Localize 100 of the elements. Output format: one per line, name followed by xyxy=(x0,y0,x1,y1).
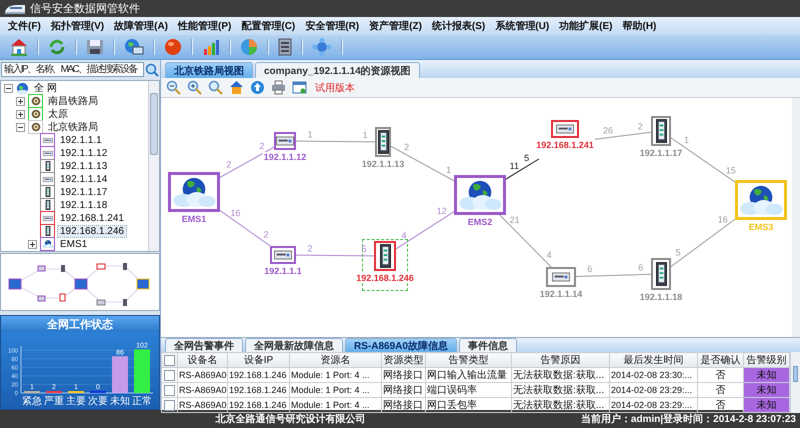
table-cell: 网络接口 xyxy=(382,382,426,398)
tree-item[interactable]: 192.1.1.12 xyxy=(58,148,110,159)
port-label: 2 xyxy=(404,142,410,152)
node-label: 192.1.1.13 xyxy=(360,159,406,169)
tree-item[interactable]: 192.168.1.246 xyxy=(58,226,126,237)
node-label: 192.1.1.1 xyxy=(263,266,303,276)
column-header[interactable]: 设备IP xyxy=(228,352,290,368)
menu-item[interactable]: 安全管理(R) xyxy=(305,19,360,33)
tree-item[interactable]: 192.168.1.241 xyxy=(58,212,126,224)
table-cell: RS-A869A0 xyxy=(178,368,228,382)
menu-item[interactable]: 功能扩展(E) xyxy=(559,19,612,33)
port-label: 16 xyxy=(718,214,728,225)
tree-item[interactable]: 192.1.1.14 xyxy=(58,174,110,185)
port-label: 2 xyxy=(308,243,313,254)
bottom-tab[interactable]: RS-A869A0故障信息 xyxy=(345,338,457,352)
table-cell: Module: 1 Port: 4 ... xyxy=(290,382,382,398)
port-label: 2 xyxy=(226,159,232,170)
column-header[interactable]: 资源类型 xyxy=(382,352,426,368)
session-info: 当前用户：admin|登录时间：2014-2-8 23:07:23 xyxy=(580,412,797,426)
node-label: 192.1.1.17 xyxy=(638,148,684,158)
node-label: EMS1 xyxy=(180,214,208,224)
port-label: 4 xyxy=(402,230,406,240)
port-label: 1 xyxy=(362,130,368,140)
bottom-tab[interactable]: 事件信息 xyxy=(458,338,517,352)
column-header[interactable]: 告警类型 xyxy=(426,352,512,368)
menu-item[interactable]: 帮助(H) xyxy=(622,19,656,33)
column-header[interactable]: 告警原因 xyxy=(512,352,610,368)
tree-item[interactable]: EMS1 xyxy=(58,238,90,250)
node-label: 192.1.1.14 xyxy=(538,289,584,299)
table-cell: RS-A869A0 xyxy=(178,382,228,398)
table-cell: 2014-02-08 23:30:... xyxy=(610,368,698,382)
window-title: 信号安全数据网管软件 xyxy=(30,2,140,16)
port-label: 2 xyxy=(264,230,269,240)
category-label: 主要 xyxy=(66,396,86,407)
port-label: 21 xyxy=(510,215,520,226)
column-header[interactable]: 资源名 xyxy=(290,352,382,368)
tree-item[interactable]: 192.1.1.13 xyxy=(58,160,110,172)
node-label: 192.168.1.246 xyxy=(355,273,415,283)
bottom-tab[interactable]: 全网最新故障信息 xyxy=(245,338,343,352)
port-label: 12 xyxy=(436,206,447,216)
port-label: 11 xyxy=(510,160,519,171)
port-label: 5 xyxy=(362,244,367,254)
column-header[interactable]: 设备名 xyxy=(178,352,228,368)
alarm-level: 未知 xyxy=(744,382,790,398)
port-label: 2 xyxy=(259,140,264,151)
tree-item[interactable]: 192.1.1.1 xyxy=(58,134,104,146)
port-label: 16 xyxy=(230,208,240,218)
menu-item[interactable]: 系统管理(U) xyxy=(495,19,550,33)
port-label: 5 xyxy=(524,153,530,164)
menu-item[interactable]: 性能管理(P) xyxy=(178,19,232,33)
trial-label: 试用版本 xyxy=(315,82,355,94)
node-label: EMS3 xyxy=(748,222,774,232)
company-name: 北京全路通信号研究设计有限公司 xyxy=(215,412,366,426)
port-label: 1 xyxy=(684,135,689,146)
table-cell: Module: 1 Port: 4 ... xyxy=(290,368,382,382)
tree-item[interactable]: 192.1.1.18 xyxy=(58,200,110,211)
panel-title: 全网工作状态 xyxy=(1,316,159,332)
node-label: 192.1.1.18 xyxy=(638,292,684,302)
menu-item[interactable]: 配置管理(C) xyxy=(241,19,296,33)
port-label: 15 xyxy=(726,166,736,176)
category-label: 正常 xyxy=(132,396,152,407)
table-cell: 无法获取数据:获取... xyxy=(512,382,610,398)
menu-item[interactable]: 统计报表(S) xyxy=(432,19,486,33)
port-label: 1 xyxy=(446,164,452,175)
column-header[interactable]: 最后发生时间 xyxy=(610,352,698,368)
category-label: 紧急 xyxy=(22,396,42,407)
category-label: 次要 xyxy=(88,396,108,407)
port-label: 26 xyxy=(603,126,614,136)
tree-item[interactable]: 太原 xyxy=(46,107,70,122)
port-label: 5 xyxy=(676,248,681,258)
view-tab[interactable]: 北京铁路局视图 xyxy=(165,62,253,78)
tree-item[interactable]: 192.1.1.17 xyxy=(58,186,110,198)
port-label: 4 xyxy=(546,250,552,260)
column-header[interactable]: 告警级别 xyxy=(744,352,790,368)
bottom-tab[interactable]: 全网告警事件 xyxy=(165,338,243,352)
node-label: 192.1.1.12 xyxy=(262,152,308,162)
menu-item[interactable]: 资产管理(Z) xyxy=(369,19,422,33)
tree-item[interactable]: 北京铁路局 xyxy=(46,120,100,134)
node-label: 192.168.1.241 xyxy=(535,140,595,150)
alarm-level: 未知 xyxy=(744,368,790,382)
view-tab[interactable]: company_192.1.1.14的资源视图 xyxy=(255,62,420,78)
port-label: 6 xyxy=(587,264,592,274)
table-cell: 2014-02-08 23:29:... xyxy=(610,382,698,398)
menu-item[interactable]: 拓扑管理(V) xyxy=(50,19,104,33)
menu-item[interactable]: 文件(F) xyxy=(8,19,41,33)
category-label: 未知 xyxy=(110,396,130,407)
menu-item[interactable]: 故障管理(A) xyxy=(114,19,168,33)
table-cell: 无法获取数据:获取... xyxy=(512,368,610,382)
table-cell: 192.168.1.246 xyxy=(228,382,290,398)
port-label: 2 xyxy=(638,122,643,132)
tree-item[interactable]: 全 网 xyxy=(32,81,59,96)
search-field[interactable]: 输入IP、名称、MAC、描述搜索设备 xyxy=(1,62,144,78)
table-cell: 端口误码率 xyxy=(426,382,512,398)
table-cell: 网口输入输出流量 xyxy=(426,368,512,382)
port-label: 1 xyxy=(308,129,313,140)
port-label: 6 xyxy=(638,262,644,273)
tree-item[interactable]: 南昌铁路局 xyxy=(46,94,100,108)
table-cell: 网络接口 xyxy=(382,368,426,382)
node-label: EMS2 xyxy=(466,217,494,227)
column-header[interactable]: 是否确认 xyxy=(698,352,744,368)
